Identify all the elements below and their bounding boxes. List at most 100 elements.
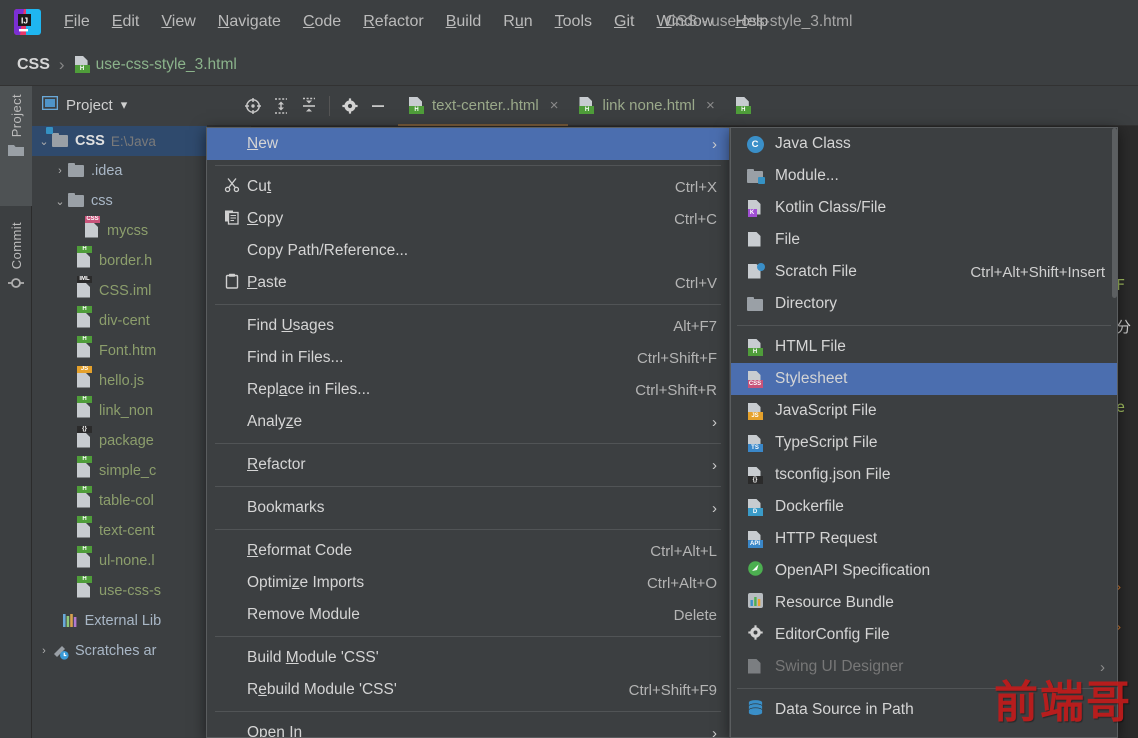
chevron-down-icon[interactable]: ▾: [121, 97, 128, 113]
tree-node[interactable]: {} package: [32, 426, 207, 456]
tool-button-project[interactable]: Project: [0, 86, 32, 206]
tree-node[interactable]: › Scratches ar: [32, 636, 207, 666]
menu-item-shortcut: Delete: [673, 606, 717, 624]
menu-item-analyze[interactable]: Analyze ›: [207, 406, 729, 438]
menu-item-copy-path-reference[interactable]: Copy Path/Reference...: [207, 235, 729, 267]
project-tool-window[interactable]: Project ▾ ⌄ CSS E:\Java › .idea ⌄ css CSS mycss H…: [32, 86, 207, 738]
tree-twisty[interactable]: ›: [36, 645, 52, 657]
close-icon[interactable]: ×: [550, 97, 559, 114]
menu-item-refactor[interactable]: Refactor ›: [207, 449, 729, 481]
tree-twisty[interactable]: ›: [52, 165, 68, 177]
submenu-item-dockerfile[interactable]: D Dockerfile: [731, 491, 1117, 523]
context-menu[interactable]: New › Cut Ctrl+X Copy Ctrl+C Copy Path/Referen…: [206, 127, 730, 738]
tree-node[interactable]: Hdiv-cent: [32, 306, 207, 336]
tree-node[interactable]: Hborder.h: [32, 246, 207, 276]
settings-gear-icon[interactable]: [336, 92, 364, 120]
menu-item-replace-in-files[interactable]: Replace in Files... Ctrl+Shift+R: [207, 374, 729, 406]
editor-tab[interactable]: H: [725, 86, 762, 126]
submenu-item-directory[interactable]: Directory: [731, 288, 1117, 320]
editor-tab-label: text-center..html: [432, 97, 539, 114]
editor-tabs-bar[interactable]: Htext-center..html × Hlink none.html × H: [207, 86, 1138, 126]
context-menu-list[interactable]: New › Cut Ctrl+X Copy Ctrl+C Copy Path/Referen…: [207, 128, 729, 737]
menu-separator: [215, 636, 721, 637]
menu-code[interactable]: Code: [292, 9, 352, 35]
submenu-item-java-class[interactable]: C Java Class: [731, 128, 1117, 160]
breadcrumb[interactable]: CSS › H use-css-style_3.html: [0, 44, 1138, 86]
menu-refactor[interactable]: Refactor: [352, 9, 434, 35]
submenu-item-html-file[interactable]: H HTML File: [731, 331, 1117, 363]
menu-item-rebuild-module-css[interactable]: Rebuild Module 'CSS' Ctrl+Shift+F9: [207, 674, 729, 706]
tree-twisty[interactable]: ⌄: [52, 195, 68, 208]
menu-item-bookmarks[interactable]: Bookmarks ›: [207, 492, 729, 524]
breadcrumb-file[interactable]: use-css-style_3.html: [96, 56, 237, 74]
menu-item-copy[interactable]: Copy Ctrl+C: [207, 203, 729, 235]
submenu-item-javascript-file[interactable]: JS JavaScript File: [731, 395, 1117, 427]
submenu-item-data-source-in-path[interactable]: Data Source in Path: [731, 694, 1117, 726]
submenu-item-kotlin-class-file[interactable]: K Kotlin Class/File: [731, 192, 1117, 224]
tree-node[interactable]: CSS mycss: [32, 216, 207, 246]
menu-tools[interactable]: Tools: [544, 9, 603, 35]
menu-item-remove-module[interactable]: Remove Module Delete: [207, 599, 729, 631]
tree-node[interactable]: › .idea: [32, 156, 207, 186]
hide-icon[interactable]: [364, 92, 392, 120]
menu-git[interactable]: Git: [603, 9, 645, 35]
menu-run[interactable]: Run: [492, 9, 543, 35]
submenu-separator: [737, 325, 1111, 326]
tree-node[interactable]: Htable-col: [32, 486, 207, 516]
main-menu-bar[interactable]: File Edit View Navigate Code Refactor Build Run…: [53, 9, 779, 35]
submenu-item-file[interactable]: File: [731, 224, 1117, 256]
project-tree[interactable]: ⌄ CSS E:\Java › .idea ⌄ css CSS mycss Hborder.h IM…: [32, 124, 207, 666]
menu-item-new[interactable]: New ›: [207, 128, 729, 160]
menu-item-paste[interactable]: Paste Ctrl+V: [207, 267, 729, 299]
submenu-scrollbar[interactable]: [1112, 128, 1117, 737]
submenu-item-scratch-file[interactable]: Scratch File Ctrl+Alt+Shift+Insert: [731, 256, 1117, 288]
menu-edit[interactable]: Edit: [101, 9, 151, 35]
tree-node[interactable]: External Lib: [32, 606, 207, 636]
tree-twisty[interactable]: ⌄: [36, 135, 52, 148]
submenu-item-resource-bundle[interactable]: Resource Bundle: [731, 587, 1117, 619]
menu-navigate[interactable]: Navigate: [207, 9, 292, 35]
tree-node[interactable]: H Font.htm: [32, 336, 207, 366]
submenu-item-stylesheet[interactable]: CSS Stylesheet: [731, 363, 1117, 395]
new-submenu-list[interactable]: C Java Class Module... K Kotlin Class/File Fi…: [731, 128, 1117, 726]
menu-item-find-in-files[interactable]: Find in Files... Ctrl+Shift+F: [207, 342, 729, 374]
tree-node[interactable]: JS hello.js: [32, 366, 207, 396]
tree-node[interactable]: Hul-none.l: [32, 546, 207, 576]
tree-node[interactable]: ⌄ CSS E:\Java: [32, 126, 207, 156]
tree-node[interactable]: Hlink_non: [32, 396, 207, 426]
menu-view[interactable]: View: [150, 9, 206, 35]
tool-button-commit[interactable]: Commit: [0, 214, 32, 334]
new-submenu[interactable]: C Java Class Module... K Kotlin Class/File Fi…: [730, 127, 1118, 738]
tree-node[interactable]: IML CSS.iml: [32, 276, 207, 306]
menu-item-build-module-css[interactable]: Build Module 'CSS': [207, 642, 729, 674]
menu-item-reformat-code[interactable]: Reformat Code Ctrl+Alt+L: [207, 535, 729, 567]
menu-build[interactable]: Build: [435, 9, 493, 35]
editor-code-fragment: 分: [1116, 318, 1132, 336]
expand-all-icon[interactable]: [267, 92, 295, 120]
collapse-all-icon[interactable]: [295, 92, 323, 120]
submenu-item-tsconfig-json-file[interactable]: {} tsconfig.json File: [731, 459, 1117, 491]
editor-tab[interactable]: Hlink none.html ×: [568, 86, 724, 126]
menu-file[interactable]: File: [53, 9, 101, 35]
menu-item-optimize-imports[interactable]: Optimize Imports Ctrl+Alt+O: [207, 567, 729, 599]
submenu-item-http-request[interactable]: API HTTP Request: [731, 523, 1117, 555]
submenu-item-editorconfig-file[interactable]: EditorConfig File: [731, 619, 1117, 651]
breadcrumb-project[interactable]: CSS: [17, 56, 50, 74]
tree-node[interactable]: Huse-css-s: [32, 576, 207, 606]
submenu-item-openapi-specification[interactable]: OpenAPI Specification: [731, 555, 1117, 587]
editor-tabs-list[interactable]: Htext-center..html × Hlink none.html × H: [398, 86, 762, 126]
menu-item-find-usages[interactable]: Find Usages Alt+F7: [207, 310, 729, 342]
locate-icon[interactable]: [239, 92, 267, 120]
tree-node[interactable]: Hsimple_c: [32, 456, 207, 486]
close-icon[interactable]: ×: [706, 97, 715, 114]
menu-window[interactable]: Window: [645, 9, 724, 35]
submenu-item-typescript-file[interactable]: TS TypeScript File: [731, 427, 1117, 459]
tree-node[interactable]: ⌄ css: [32, 186, 207, 216]
editor-tab[interactable]: Htext-center..html ×: [398, 86, 569, 126]
menu-item-open-in[interactable]: Open In ›: [207, 717, 729, 737]
menu-item-cut[interactable]: Cut Ctrl+X: [207, 171, 729, 203]
tool-button-project-label: Project: [8, 94, 24, 138]
submenu-item-module[interactable]: Module...: [731, 160, 1117, 192]
menu-help[interactable]: Help: [724, 9, 779, 35]
tree-node[interactable]: Htext-cent: [32, 516, 207, 546]
